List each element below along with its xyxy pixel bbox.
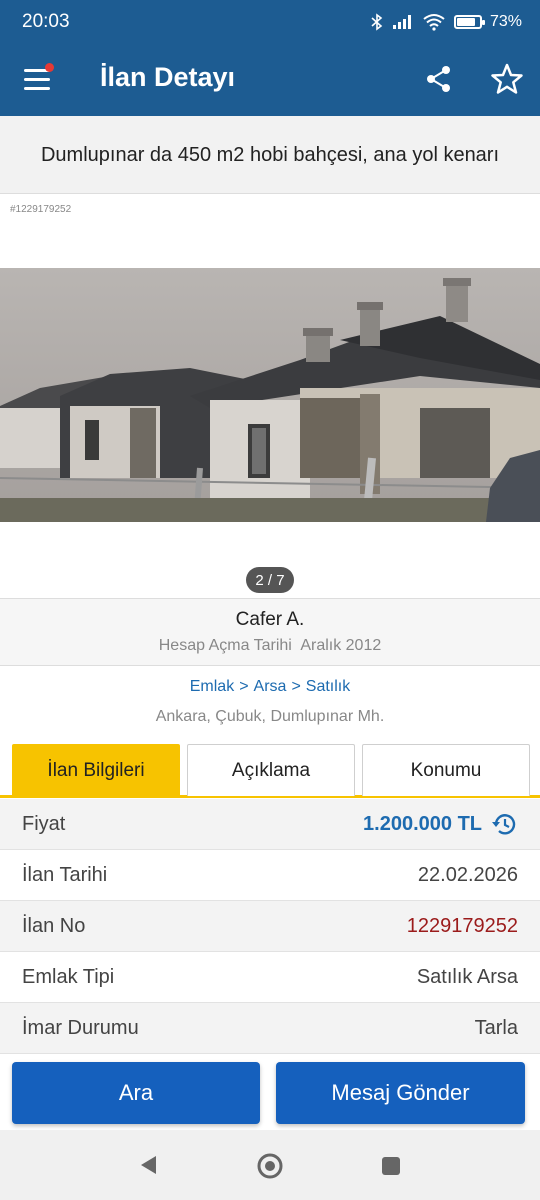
breadcrumb-separator: > [291, 678, 301, 695]
back-icon[interactable] [138, 1154, 158, 1176]
seller-name: Cafer A. [235, 609, 305, 630]
listing-id-tag: #1229179252 [10, 204, 72, 215]
info-value: 1.200.000 TL [363, 812, 482, 835]
home-icon[interactable] [256, 1152, 284, 1180]
account-since: Hesap Açma Tarihi Aralık 2012 [0, 637, 540, 655]
wifi-icon [423, 14, 445, 31]
tab-konumu[interactable]: Konumu [362, 744, 530, 796]
info-row-ilan-no: İlan No 1229179252 [0, 901, 540, 952]
page-title: İlan Detayı [100, 62, 236, 92]
info-value: Satılık Arsa [416, 965, 518, 988]
price-value: 1.200.000 TL [363, 811, 518, 837]
action-bar: Ara Mesaj Gönder [0, 1054, 540, 1130]
price-history-icon[interactable] [490, 811, 518, 837]
info-value: Tarla [474, 1016, 518, 1039]
call-button[interactable]: Ara [12, 1062, 260, 1124]
photo-counter: 2 / 7 [246, 567, 294, 593]
info-key: İlan No [22, 914, 86, 937]
status-bar: 20:03 73% [0, 0, 540, 44]
bluetooth-icon [371, 13, 383, 31]
breadcrumb-arsa[interactable]: Arsa [254, 678, 287, 695]
account-since-value: Aralık 2012 [300, 637, 382, 654]
seller-card[interactable]: Cafer A. Hesap Açma Tarihi Aralık 2012 [0, 598, 540, 666]
signal-icon [392, 15, 411, 29]
tab-ilan-bilgileri[interactable]: İlan Bilgileri [12, 744, 180, 796]
battery-percent: 73% [489, 13, 522, 30]
info-key: İmar Durumu [22, 1016, 139, 1039]
status-icons: 73% [370, 13, 522, 31]
info-row-emlak-tipi: Emlak Tipi Satılık Arsa [0, 952, 540, 1003]
app-bar: İlan Detayı [0, 44, 540, 116]
account-since-label: Hesap Açma Tarihi [158, 637, 292, 654]
info-key: İlan Tarihi [22, 863, 108, 886]
info-key: Fiyat [22, 812, 66, 835]
recents-icon[interactable] [380, 1155, 402, 1177]
info-value: 22.02.2026 [417, 863, 518, 886]
breadcrumb-separator: > [239, 678, 249, 695]
system-nav-bar [0, 1130, 540, 1200]
info-row-imar-durumu: İmar Durumu Tarla [0, 1003, 540, 1054]
info-key: Emlak Tipi [22, 965, 115, 988]
star-icon[interactable] [490, 62, 524, 96]
location-text: Ankara, Çubuk, Dumlupınar Mh. [155, 708, 385, 725]
send-message-button[interactable]: Mesaj Gönder [276, 1062, 525, 1124]
share-icon[interactable] [424, 64, 454, 94]
info-row-fiyat: Fiyat 1.200.000 TL [0, 799, 540, 850]
detail-tabs: İlan Bilgileri Açıklama Konumu [0, 744, 540, 798]
tab-aciklama[interactable]: Açıklama [187, 744, 355, 796]
status-time: 20:03 [22, 11, 70, 32]
menu-icon[interactable] [24, 63, 54, 94]
info-table: Fiyat 1.200.000 TL İlan Tarihi 22.02.202… [0, 799, 540, 1054]
breadcrumb-emlak[interactable]: Emlak [190, 678, 234, 695]
notification-dot [45, 63, 54, 72]
battery-icon [453, 15, 485, 29]
info-value: 1229179252 [406, 914, 518, 937]
listing-title: Dumlupınar da 450 m2 hobi bahçesi, ana y… [0, 116, 540, 194]
breadcrumb-satilik[interactable]: Satılık [306, 678, 350, 695]
breadcrumb: Emlak > Arsa > Satılık [0, 678, 540, 696]
info-row-ilan-tarihi: İlan Tarihi 22.02.2026 [0, 850, 540, 901]
listing-photo[interactable] [0, 268, 540, 522]
